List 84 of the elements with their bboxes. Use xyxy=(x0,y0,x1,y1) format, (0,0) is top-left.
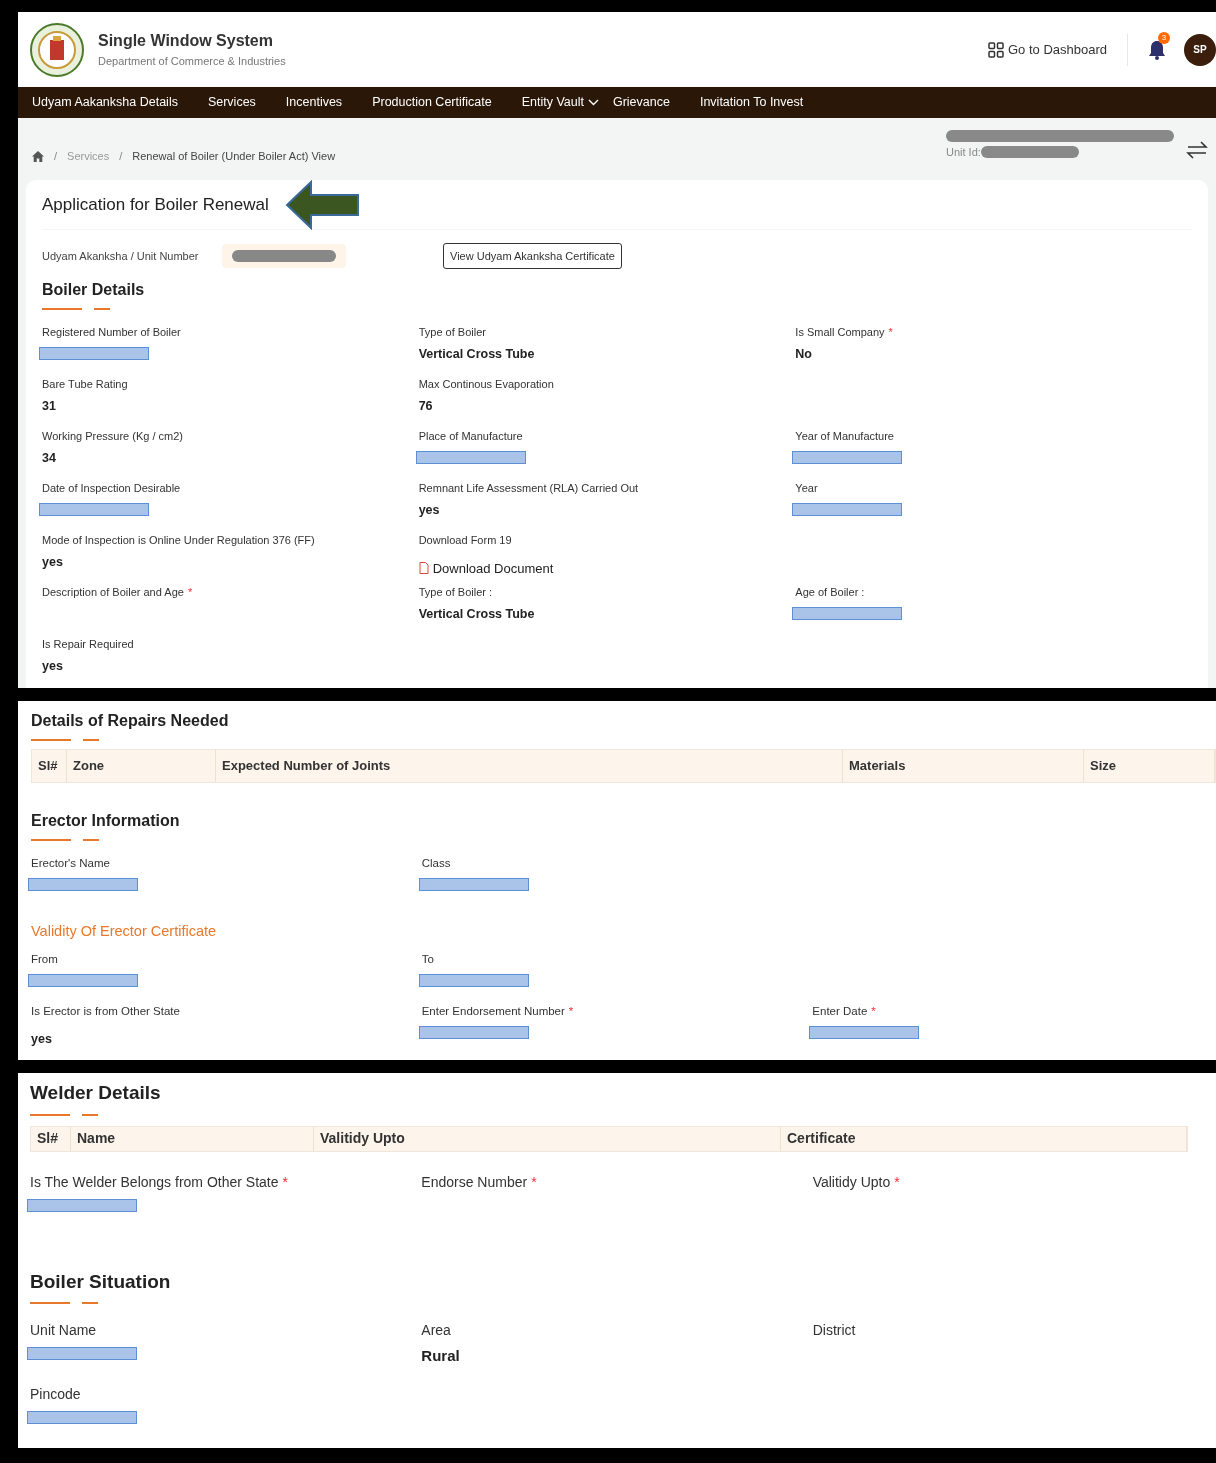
field-label: Class xyxy=(421,856,452,871)
user-avatar[interactable]: SP xyxy=(1184,33,1216,66)
column-header: Zone xyxy=(67,750,216,782)
section-heading: Boiler Details xyxy=(42,280,146,300)
nav-item[interactable]: Udyam Aakanksha Details xyxy=(32,93,178,112)
field-label: Description of Boiler and Age * xyxy=(42,585,194,600)
field-value: yes xyxy=(418,501,441,519)
dashboard-link[interactable]: Go to Dashboard xyxy=(988,39,1107,60)
field-label: Is The Welder Belongs from Other State * xyxy=(30,1172,289,1192)
nav-item[interactable]: Entity Vault xyxy=(521,93,599,112)
bell-icon[interactable] xyxy=(1148,39,1166,60)
field-label: Udyam Akanksha / Unit Number xyxy=(42,248,200,264)
site-subtitle: Department of Commerce & Industries xyxy=(98,54,286,70)
field-value: yes xyxy=(42,657,64,675)
field-label: Endorse Number * xyxy=(421,1172,538,1192)
site-title: Single Window System xyxy=(98,31,274,52)
column-header: Expected Number of Joints xyxy=(216,750,843,782)
breadcrumb-separator: / xyxy=(119,149,123,164)
field-value: 76 xyxy=(418,397,434,415)
field-label: Is Small Company * xyxy=(795,325,894,340)
notification-badge: 3 xyxy=(1158,31,1170,44)
field-label: Registered Number of Boiler xyxy=(42,325,182,340)
field-label: Age of Boiler : xyxy=(795,585,866,600)
breadcrumb-current: Renewal of Boiler (Under Boiler Act) View xyxy=(132,149,336,164)
section-heading: Details of Repairs Needed xyxy=(31,711,230,731)
field-label: District xyxy=(812,1321,857,1340)
field-label: Download Form 19 xyxy=(418,533,513,548)
unit-id-label: Unit Id: xyxy=(946,145,981,160)
field-label: Unit Name xyxy=(30,1321,98,1340)
section-heading: Boiler Situation xyxy=(30,1269,172,1294)
field-label: Year xyxy=(795,481,819,496)
field-label: To xyxy=(421,951,435,967)
field-label: Mode of Inspection is Online Under Regulation 376 (FF) xyxy=(42,533,316,548)
nav-item[interactable]: Invitation To Invest xyxy=(699,93,804,112)
column-header: Sl# xyxy=(32,750,67,782)
field-label: Area xyxy=(421,1321,452,1340)
subsection-heading: Validity Of Erector Certificate xyxy=(31,922,218,941)
nav-item[interactable]: Grievance xyxy=(612,93,670,112)
field-value: yes xyxy=(42,553,64,571)
grid-icon xyxy=(988,41,1004,58)
column-header: Sl# xyxy=(31,1126,71,1151)
home-icon[interactable] xyxy=(32,150,44,162)
field-value: Vertical Cross Tube xyxy=(418,605,536,623)
field-label: Date of Inspection Desirable xyxy=(42,481,182,496)
field-value: 34 xyxy=(42,449,57,467)
field-label: Bare Tube Rating xyxy=(42,377,129,392)
nav-item[interactable]: Production Certificate xyxy=(372,93,492,112)
column-header: Valitidy Upto xyxy=(314,1126,781,1151)
field-label: Year of Manufacture xyxy=(795,429,895,444)
field-label: Remnant Life Assessment (RLA) Carried Out xyxy=(418,481,640,496)
field-label: Valitidy Upto * xyxy=(812,1172,901,1192)
field-label: Pincode xyxy=(30,1385,82,1404)
page-title: Application for Boiler Renewal xyxy=(42,193,269,216)
nav-item[interactable]: Incentives xyxy=(285,93,343,112)
field-label: Place of Manufacture xyxy=(418,429,524,444)
pdf-icon xyxy=(418,562,429,575)
breadcrumb-separator: / xyxy=(54,149,58,164)
chevron-down-icon xyxy=(587,99,599,107)
field-label: Type of Boiler xyxy=(418,325,487,340)
swap-icon[interactable] xyxy=(1186,140,1208,160)
section-heading: Erector Information xyxy=(31,811,181,831)
field-label: Enter Endorsement Number * xyxy=(421,1003,575,1019)
download-link[interactable]: Download Document xyxy=(418,558,776,578)
column-header: Certificate xyxy=(781,1126,1187,1151)
field-value: Rural xyxy=(421,1346,461,1366)
field-value: No xyxy=(795,345,813,363)
field-label: Is Repair Required xyxy=(42,637,135,652)
field-label: Working Pressure (Kg / cm2) xyxy=(42,429,184,444)
field-label: Enter Date * xyxy=(812,1003,877,1019)
field-label: Erector's Name xyxy=(31,856,111,871)
field-label: Max Continous Evaporation xyxy=(418,377,555,392)
column-header: Size xyxy=(1084,750,1215,782)
section-heading: Welder Details xyxy=(30,1081,162,1105)
field-value: 31 xyxy=(42,397,57,415)
emblem-icon xyxy=(30,22,84,77)
view-certificate-button[interactable]: View Udyam Akanksha Certificate xyxy=(443,243,622,269)
column-header: Materials xyxy=(843,750,1084,782)
field-label: Is Erector is from Other State xyxy=(31,1003,181,1019)
field-value: yes xyxy=(31,1031,53,1048)
column-header: Name xyxy=(71,1126,314,1151)
field-label: Type of Boiler : xyxy=(418,585,494,600)
field-value: Vertical Cross Tube xyxy=(418,345,536,363)
nav-item[interactable]: Services xyxy=(207,93,256,112)
field-label: From xyxy=(31,951,59,967)
